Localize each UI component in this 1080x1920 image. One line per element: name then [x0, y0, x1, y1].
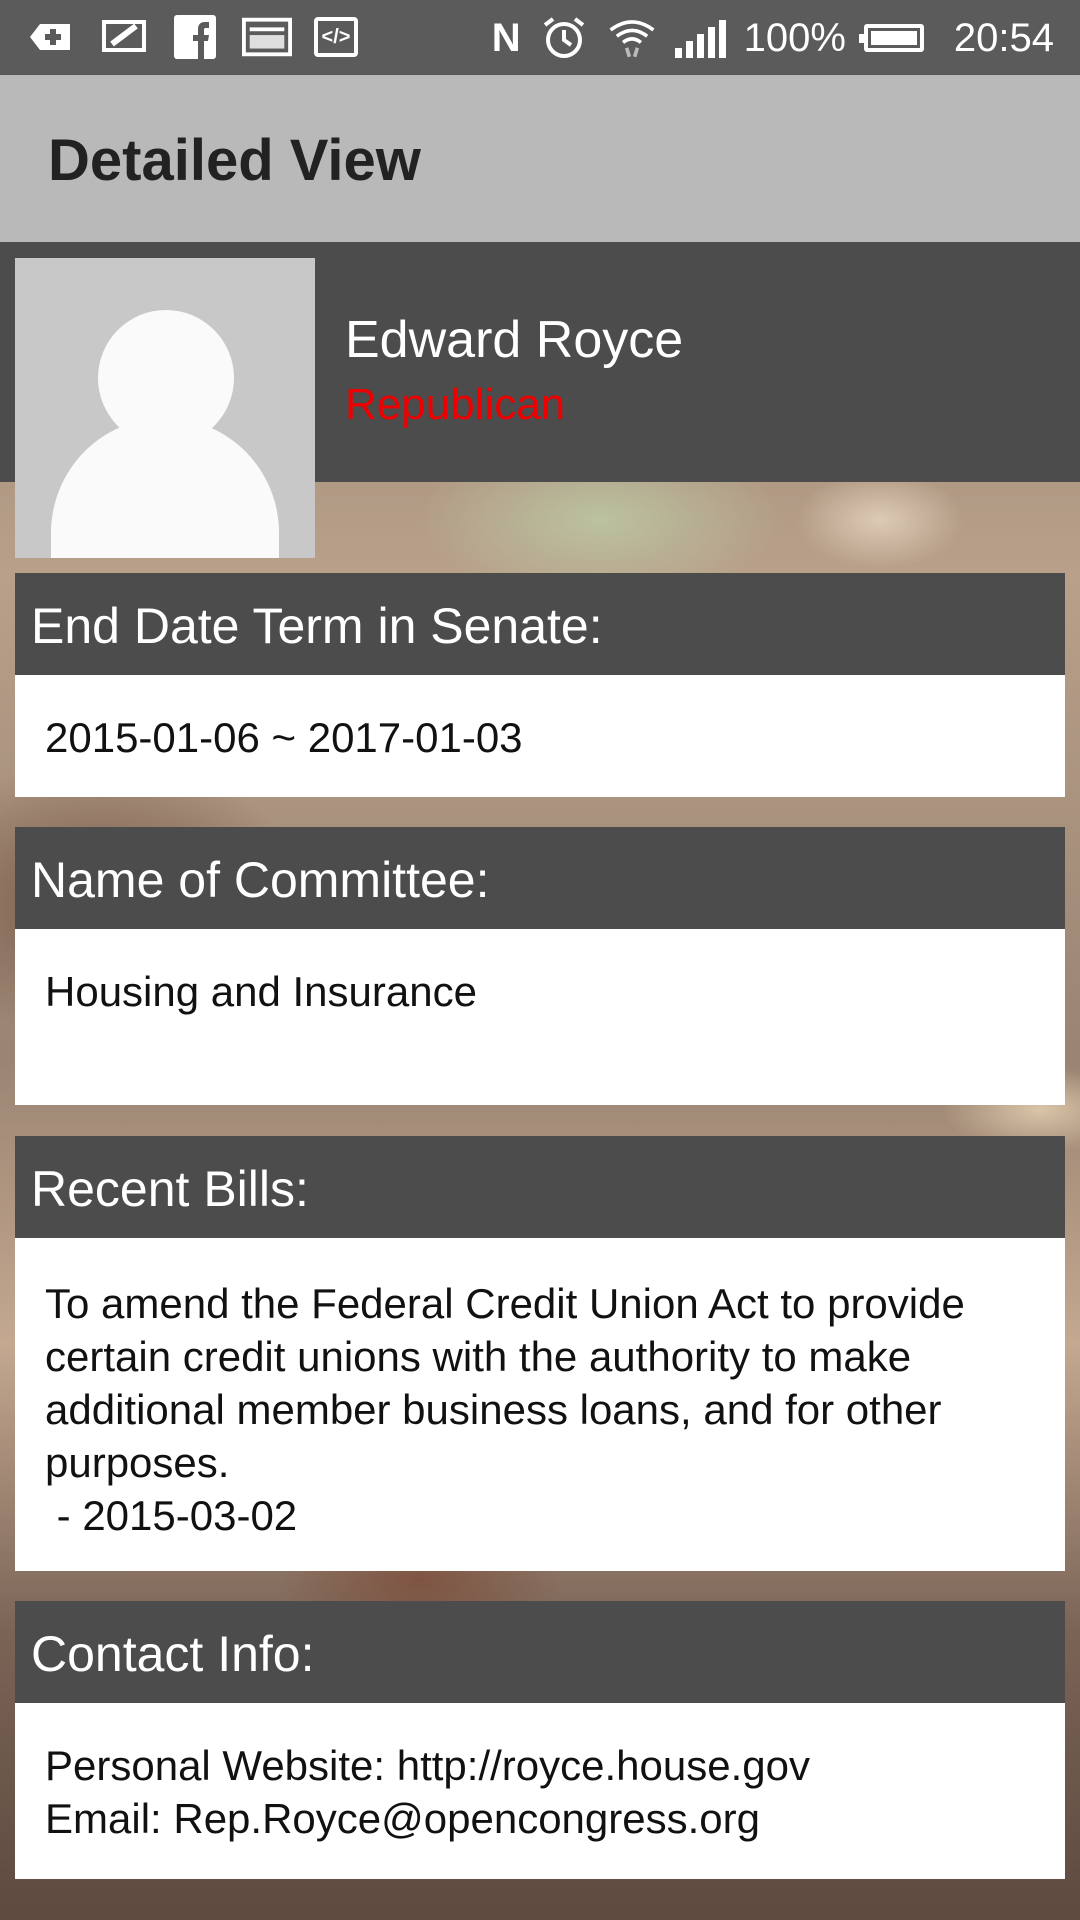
system-status: N 100% 20:54	[492, 10, 1054, 66]
clock: 20:54	[953, 15, 1054, 60]
add-box-icon	[26, 14, 76, 60]
page-title: Detailed View	[48, 128, 421, 193]
email-address[interactable]: Email: Rep.Royce@opencongress.org	[45, 1792, 1035, 1845]
battery-percent: 100%	[743, 15, 846, 60]
term-section-header: End Date Term in Senate:	[15, 573, 1065, 675]
avatar	[15, 258, 315, 558]
notification-icons: </>	[26, 14, 358, 60]
legislator-name: Edward Royce	[345, 311, 684, 369]
committee-section-body: Housing and Insurance	[15, 929, 1065, 1105]
battery-icon	[858, 24, 924, 52]
term-section-body: 2015-01-06 ~ 2017-01-03	[15, 675, 1065, 797]
bills-section-body: To amend the Federal Credit Union Act to…	[15, 1238, 1065, 1571]
bill-text-line: To amend the Federal Credit Union Act to…	[45, 1280, 965, 1327]
bill-text-line: purposes.	[45, 1439, 230, 1486]
term-dates: 2015-01-06 ~ 2017-01-03	[45, 714, 523, 761]
facebook-icon	[170, 14, 220, 60]
nfc-icon: N	[491, 15, 521, 60]
cell-signal-icon	[674, 18, 726, 58]
alarm-icon	[539, 15, 589, 61]
contact-section-body: Personal Website: http://royce.house.gov…	[15, 1703, 1065, 1879]
bill-text-line: additional member business loans, and fo…	[45, 1386, 942, 1433]
image-icon	[242, 14, 292, 60]
chat-icon	[98, 14, 148, 60]
bills-section-header: Recent Bills:	[15, 1136, 1065, 1238]
committee-section-header: Name of Committee:	[15, 827, 1065, 929]
status-bar: </> N 100% 20:54	[0, 0, 1080, 75]
bill-date: - 2015-03-02	[45, 1492, 298, 1539]
party-label: Republican	[345, 380, 566, 429]
action-bar: Detailed View	[0, 75, 1080, 242]
code-icon: </>	[314, 17, 358, 57]
committee-name: Housing and Insurance	[45, 968, 477, 1015]
contact-section-header: Contact Info:	[15, 1601, 1065, 1703]
wifi-icon	[607, 15, 657, 61]
personal-website[interactable]: Personal Website: http://royce.house.gov	[45, 1739, 1035, 1792]
bill-text-line: certain credit unions with the authority…	[45, 1333, 912, 1380]
